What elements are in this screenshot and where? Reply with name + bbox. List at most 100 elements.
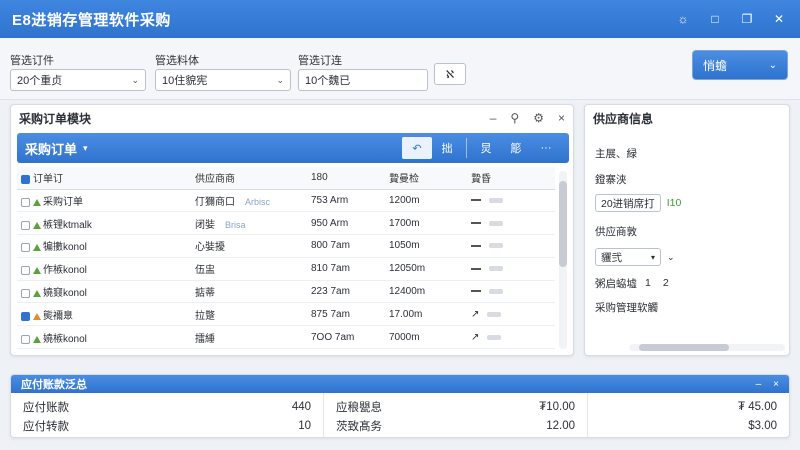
summary-label: 应付转款 [23, 420, 69, 433]
quantity: 7OO 7am [311, 331, 355, 343]
supplier-number: 2 [662, 277, 669, 289]
purchase-order-panel: 采购订单模块 – ⚲ ⚙ × 采购订单 ▾ ↶ 拙 炅 簓 ··· 订单订 供应… [10, 104, 574, 356]
table-row[interactable]: 嬈窡konol 掂蒂 223 7am 12400m [17, 280, 555, 304]
minimize-icon[interactable]: – [490, 111, 497, 125]
close-icon[interactable]: × [558, 111, 565, 125]
order-name: 作槉konol [43, 265, 87, 277]
summary-value: 10 [298, 419, 311, 432]
restore-icon[interactable]: ❐ [740, 12, 754, 26]
arrow-icon: ↗ [471, 331, 480, 343]
supplier-code-value: 20进销席打 [601, 197, 655, 210]
chevron-down-icon: ⌄ [131, 74, 139, 85]
select-all-checkbox[interactable] [21, 175, 30, 185]
filter-orderno-input[interactable]: 10个魏已 [298, 69, 428, 91]
order-name: 犏擻konol [43, 242, 87, 254]
dash-icon [471, 267, 481, 270]
supplier-name: 伍盅 [195, 265, 215, 277]
supplier-name: 心娤擾 [195, 242, 225, 254]
filter-material-select[interactable]: 10住貌宪 ⌄ [155, 69, 291, 91]
dash-icon [471, 290, 481, 293]
order-table: 订单订 供应商商 180 贄曼检 贄昏 采购订单 仃獮商口 Arbisc 753 Ar… [17, 167, 555, 350]
summary-value: 440 [291, 400, 311, 413]
toolbar-icon-3[interactable]: 炅 [471, 137, 501, 159]
payable-summary-panel: 应付账款泛总 – × 应付账款 440 应付转款 10 应稂甖息 ₮10.00 茨致髙… [10, 374, 790, 438]
chevron-down-icon: ▾ [83, 142, 88, 153]
order-dropdown-label[interactable]: 采购订单 [25, 139, 77, 158]
toolbar-icon-2[interactable]: 拙 [432, 137, 462, 159]
chevron-down-icon[interactable]: ⌄ [667, 252, 675, 263]
supplier-select-value: 貜弐 [601, 251, 622, 264]
table-row[interactable]: 熋襧臮 拉蹩 875 7am 17.00m ↗ [17, 302, 555, 327]
settings-icon[interactable]: ⚙ [533, 111, 544, 125]
row-checkbox[interactable] [21, 266, 30, 276]
row-checkbox[interactable] [21, 197, 30, 207]
filter-orderno: 管选订连 10个魏已 [298, 52, 428, 91]
amount: 1700m [389, 217, 420, 229]
horizontal-scrollbar[interactable] [629, 344, 785, 351]
row-checkbox[interactable] [21, 334, 30, 344]
undo-icon[interactable]: ↶ [402, 137, 432, 159]
amount: 1050m [389, 240, 420, 252]
view-dropdown[interactable]: 悄蟾 ⌄ [692, 50, 788, 80]
supplier-name: 闭娤 [195, 219, 215, 231]
clear-icon: ℵ [445, 68, 455, 81]
row-checkbox[interactable] [21, 288, 30, 298]
close-icon[interactable]: ✕ [772, 12, 786, 26]
vertical-scrollbar[interactable] [559, 171, 567, 349]
title-bar: E8进销存管理软件采购 ☼ □ ❐ ✕ [0, 0, 800, 38]
close-icon[interactable]: × [773, 379, 779, 390]
column-header: 订单订 [33, 174, 63, 186]
supplier-extra: Arbisc [245, 196, 271, 207]
table-header-row: 订单订 供应商商 180 贄曼检 贄昏 [17, 167, 555, 190]
toolbar-separator [466, 138, 467, 158]
quantity: 753 Arm [311, 194, 349, 206]
status-icon [33, 335, 41, 343]
status-bar [489, 220, 503, 226]
minimize-icon[interactable]: – [756, 379, 762, 390]
table-row[interactable]: 采购订单 仃獮商口 Arbisc 753 Arm 1200m [17, 189, 555, 213]
row-checkbox[interactable] [21, 220, 30, 230]
supplier-panel: 供应商信息 主展、緑 鐙寨浃 20进销席打 I10 供应商敦 貜弐 ▾ ⌄ 粥启… [584, 104, 790, 356]
supplier-line: 鐙寨浃 [595, 173, 627, 186]
order-name: 嬈窡konol [43, 288, 87, 300]
clear-filter-button[interactable]: ℵ [434, 63, 466, 85]
table-row[interactable]: 嬈槉konol 擂綞 7OO 7am 7000m ↗ [17, 325, 555, 350]
quantity: 950 Arm [311, 217, 349, 229]
summary-value: ₮10.00 [539, 400, 575, 413]
toolbar-icon-4[interactable]: 簓 [501, 137, 531, 159]
quantity: 810 7am [311, 263, 350, 275]
table-row[interactable]: 犏擻konol 心娤擾 800 7am 1050m [17, 234, 555, 258]
status-bar [487, 311, 502, 317]
search-icon[interactable]: ⚲ [510, 111, 519, 125]
filter-orderno-value: 10个魏已 [305, 75, 351, 87]
row-checkbox[interactable] [21, 311, 30, 321]
table-row[interactable]: 槉锂ktmalk 闭娤 Brisa 950 Arm 1700m [17, 211, 555, 236]
maximize-icon[interactable]: □ [708, 12, 722, 26]
status-icon [33, 221, 41, 229]
supplier-code-extra: I10 [666, 197, 682, 209]
column-header: 贄昏 [467, 167, 555, 190]
column-header: 贄曼检 [385, 167, 467, 190]
panel-title: 采购订单模块 [19, 111, 92, 126]
supplier-select[interactable]: 貜弐 ▾ [595, 248, 661, 266]
order-name: 采购订单 [43, 196, 83, 208]
row-checkbox[interactable] [21, 243, 30, 253]
supplier-code-field[interactable]: 20进销席打 [595, 194, 661, 212]
more-icon[interactable]: ··· [531, 137, 561, 159]
status-icon [33, 198, 41, 206]
filter-order: 管选订件 20个重贞 ⌄ [10, 52, 146, 91]
user-icon[interactable]: ☼ [676, 12, 690, 26]
filter-order-select[interactable]: 20个重贞 ⌄ [10, 69, 146, 91]
order-name: 熋襧臮 [43, 310, 73, 322]
supplier-name: 掂蒂 [195, 288, 215, 300]
filter-order-label: 管选订件 [10, 55, 54, 67]
status-icon [33, 289, 41, 297]
status-bar [489, 197, 503, 203]
summary-label: 茨致髙务 [336, 420, 382, 433]
filter-orderno-label: 管选订连 [298, 55, 342, 67]
panel-title: 供应商信息 [593, 111, 654, 126]
table-row[interactable]: 作槉konol 伍盅 810 7am 12050m [17, 257, 555, 281]
status-bar [489, 243, 503, 249]
window-title: E8进销存管理软件采购 [12, 11, 171, 29]
amount: 17.00m [389, 308, 423, 320]
